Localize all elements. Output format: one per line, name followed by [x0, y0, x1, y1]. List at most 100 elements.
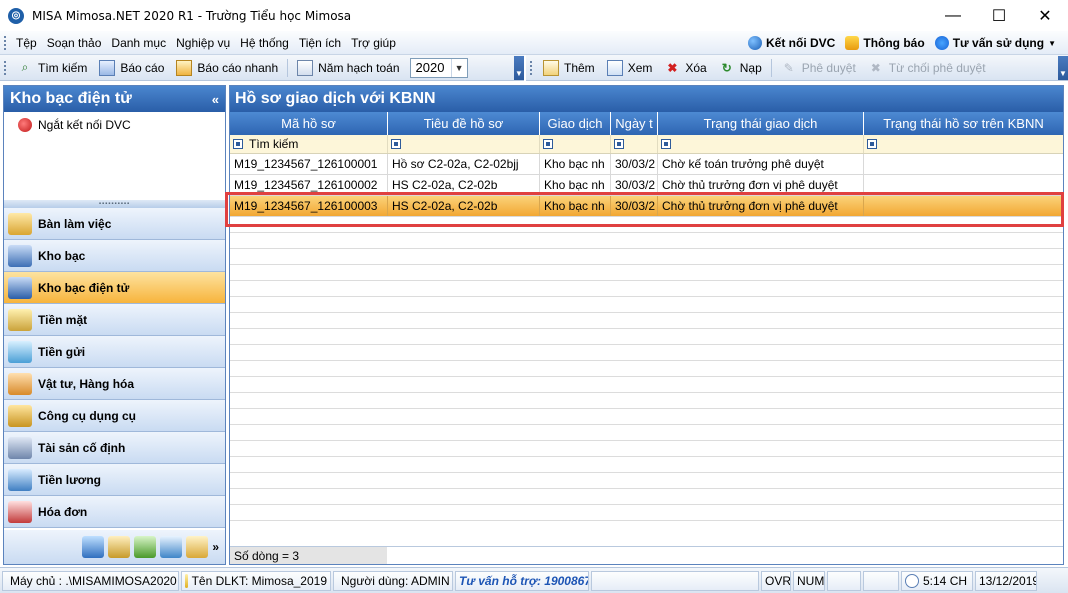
menu-system[interactable]: Hệ thống	[235, 36, 294, 50]
maximize-button[interactable]: ☐	[976, 0, 1022, 31]
menu-utilities[interactable]: Tiện ích	[294, 36, 346, 50]
notification-button[interactable]: Thông báo	[845, 36, 925, 50]
support-hotline[interactable]: Tư vấn hỗ trợ: 19008677	[455, 570, 589, 591]
database-status: Tên DLKT: Mimosa_2019	[181, 570, 331, 591]
collapse-icon[interactable]: «	[212, 92, 219, 107]
filter-cell-kbnn-status[interactable]	[864, 135, 1063, 153]
messenger-icon	[934, 36, 949, 50]
connect-dvc-label: Kết nối DVC	[766, 36, 836, 50]
filter-cell-status[interactable]	[658, 135, 864, 153]
support-menu-button[interactable]: Tư vấn sử dụng ▼	[934, 36, 1056, 50]
filter-placeholder: Tìm kiếm	[249, 137, 299, 151]
add-button[interactable]: Thêm	[537, 57, 601, 79]
empty-row	[230, 377, 1063, 393]
connect-dvc-button[interactable]: Kết nối DVC	[748, 36, 835, 50]
selected-row-highlight	[225, 192, 1064, 227]
empty-row	[230, 489, 1063, 505]
nav-item-label: Kho bạc	[38, 248, 86, 263]
tools-icon[interactable]	[108, 536, 131, 558]
toolbar-grip[interactable]	[530, 60, 533, 75]
filter-icon[interactable]	[614, 139, 624, 149]
cell-title: Hồ sơ C2-02a, C2-02bjj	[388, 154, 540, 174]
quick-report-button[interactable]: Báo cáo nhanh	[170, 57, 284, 79]
nav-item-assets[interactable]: Tài sản cố định	[4, 432, 225, 464]
view-button[interactable]: Xem	[601, 57, 659, 79]
nav-item-cash[interactable]: Tiền mặt	[4, 304, 225, 336]
menu-grip[interactable]	[4, 35, 7, 50]
menu-operations[interactable]: Nghiệp vụ	[171, 36, 235, 50]
stack-icon[interactable]	[134, 536, 157, 558]
menu-edit[interactable]: Soạn thảo	[42, 36, 107, 50]
column-header-transaction[interactable]: Giao dịch	[540, 112, 611, 135]
column-header-status[interactable]: Trạng thái giao dịch	[658, 112, 864, 135]
quick-report-icon	[176, 59, 193, 76]
menu-file[interactable]: Tệp	[11, 36, 42, 50]
empty-row	[230, 361, 1063, 377]
column-header-code[interactable]: Mã hồ sơ	[230, 112, 388, 135]
approve-button[interactable]: ✎ Phê duyệt	[775, 57, 862, 79]
user-label: Người dùng: ADMIN	[341, 573, 450, 588]
menu-catalog[interactable]: Danh mục	[106, 36, 171, 50]
treasury-icon	[8, 244, 32, 267]
filter-icon[interactable]	[543, 139, 553, 149]
reject-label: Từ chối phê duyệt	[888, 60, 986, 75]
checklist-icon[interactable]	[160, 536, 183, 558]
toolbar-grip[interactable]	[4, 60, 7, 75]
nav-item-deposit[interactable]: Tiền gửi	[4, 336, 225, 368]
reject-icon: ✖	[870, 60, 881, 75]
empty-row	[230, 409, 1063, 425]
filter-icon[interactable]	[233, 139, 243, 149]
fiscal-year-label-group: Năm hạch toán	[291, 57, 405, 79]
minimize-button[interactable]: —	[930, 0, 976, 31]
reject-button[interactable]: ✖ Từ chối phê duyệt	[862, 57, 992, 79]
menu-help[interactable]: Trợ giúp	[346, 36, 401, 50]
nav-item-workspace[interactable]: Bàn làm việc	[4, 208, 225, 240]
column-header-kbnn-status[interactable]: Trạng thái hồ sơ trên KBNN	[864, 112, 1063, 135]
filter-icon[interactable]	[867, 139, 877, 149]
filter-cell-title[interactable]	[388, 135, 540, 153]
search-button[interactable]: ⌕ Tìm kiếm	[11, 57, 93, 79]
nav-item-tools[interactable]: Công cụ dụng cụ	[4, 400, 225, 432]
nav-item-treasury[interactable]: Kho bạc	[4, 240, 225, 272]
cell-status: Chờ kế toán trưởng phê duyệt	[658, 154, 864, 174]
status-spacer	[827, 570, 861, 591]
filter-cell-code[interactable]: Tìm kiếm	[230, 135, 388, 153]
approve-label: Phê duyệt	[801, 60, 856, 75]
more-icon[interactable]: »	[212, 540, 219, 554]
fiscal-year-select[interactable]: 2020 ▼	[409, 57, 468, 78]
disconnect-dvc-link[interactable]: Ngắt kết nối DVC	[4, 112, 225, 132]
nav-item-invoice[interactable]: Hóa đơn	[4, 496, 225, 528]
empty-row	[230, 505, 1063, 521]
grid-footer: Số dòng = 3	[230, 546, 1063, 564]
folder-icon[interactable]	[186, 536, 209, 558]
delete-button[interactable]: ✖ Xóa	[658, 57, 712, 79]
nav-item-goods[interactable]: Vật tư, Hàng hóa	[4, 368, 225, 400]
book-icon[interactable]	[82, 536, 105, 558]
toolbar-overflow-button[interactable]: ▼	[514, 55, 524, 80]
nav-list: Bàn làm việc Kho bạc Kho bạc điện tử Tiề…	[4, 208, 225, 528]
cash-icon	[8, 308, 32, 331]
toolbar-separator	[287, 58, 289, 77]
nav-item-e-treasury[interactable]: Kho bạc điện tử	[4, 272, 225, 304]
column-header-title[interactable]: Tiêu đề hồ sơ	[388, 112, 540, 135]
sidebar-splitter[interactable]: ▪▪▪▪▪▪▪▪▪▪	[4, 200, 225, 208]
row-count: Số dòng = 3	[230, 547, 387, 564]
nav-item-salary[interactable]: Tiền lương	[4, 464, 225, 496]
filter-icon[interactable]	[391, 139, 401, 149]
server-status: Máy chủ : .\MISAMIMOSA2020	[2, 570, 179, 591]
filter-icon[interactable]	[661, 139, 671, 149]
report-button[interactable]: Báo cáo	[93, 57, 170, 79]
date-display: 13/12/2019	[975, 570, 1037, 591]
chevron-down-icon[interactable]: ▼	[450, 58, 467, 77]
table-row[interactable]: M19_1234567_126100001 Hồ sơ C2-02a, C2-0…	[230, 154, 1063, 175]
load-button[interactable]: ↻ Nạp	[713, 57, 768, 79]
toolbar-overflow-button[interactable]: ▼	[1058, 55, 1068, 80]
column-header-date[interactable]: Ngày t	[611, 112, 658, 135]
cell-code: M19_1234567_126100001	[230, 154, 388, 174]
empty-row	[230, 233, 1063, 249]
filter-cell-transaction[interactable]	[540, 135, 611, 153]
close-button[interactable]: ✕	[1022, 0, 1068, 31]
nav-item-label: Tiền lương	[38, 472, 101, 487]
empty-row	[230, 265, 1063, 281]
filter-cell-date[interactable]	[611, 135, 658, 153]
